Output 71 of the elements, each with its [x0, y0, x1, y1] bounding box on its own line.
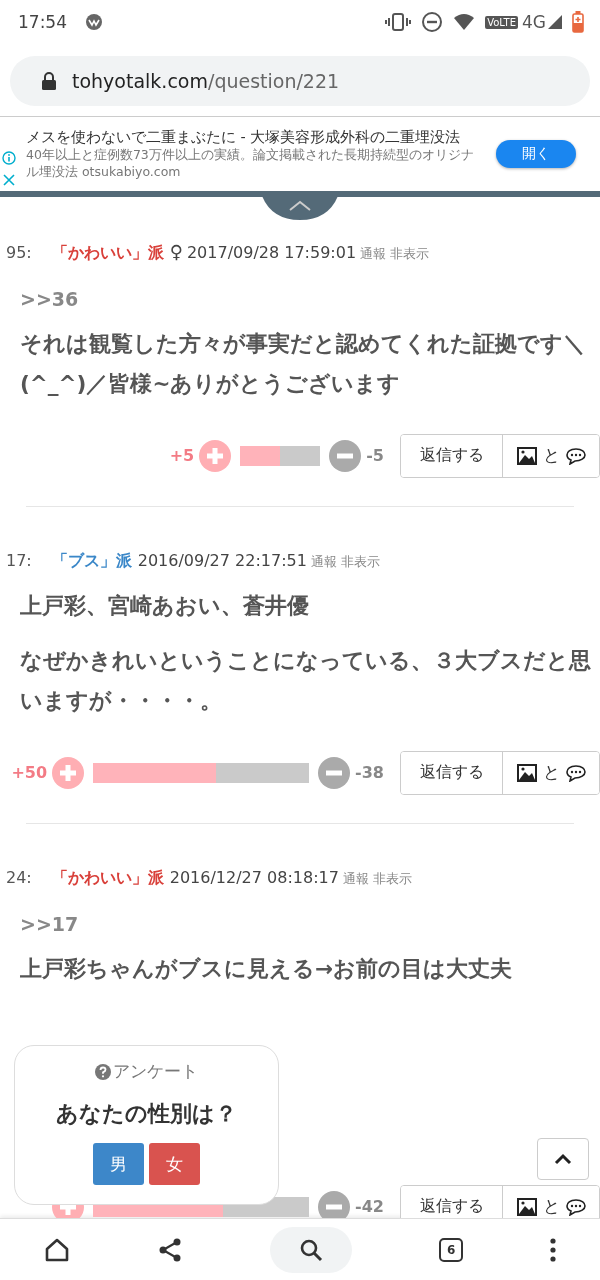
- poll-option-button[interactable]: 女: [149, 1143, 200, 1185]
- minus-vote-icon[interactable]: [317, 1189, 352, 1218]
- volte-badge: VoLTE: [485, 15, 518, 29]
- post-number: 95:: [6, 243, 32, 262]
- minus-vote-icon[interactable]: [317, 755, 352, 790]
- hide-link[interactable]: 非表示: [340, 552, 380, 571]
- search-button[interactable]: [269, 1226, 352, 1273]
- reply-anchor-link[interactable]: >>17: [6, 888, 600, 935]
- plus-vote-icon[interactable]: [198, 438, 233, 473]
- faction-label: 「かわいい」派: [51, 243, 164, 264]
- post-number: 17:: [6, 550, 32, 570]
- poll-option-button[interactable]: 男: [93, 1143, 144, 1185]
- open-button[interactable]: 開く: [496, 140, 576, 168]
- post-number: 24:: [6, 867, 32, 887]
- post-text: それは観覧した方々が事実だと認めてくれた証拠です＼(^_^)／皆様~ありがとうございます: [20, 330, 586, 398]
- image-icon: [516, 446, 537, 465]
- do-not-disturb-icon: [421, 11, 444, 33]
- post-date: 2016/09/27 22:17:51: [137, 550, 307, 570]
- wifi-icon: [453, 13, 476, 31]
- signal-icon: [548, 15, 562, 29]
- caret-up-icon: [554, 1153, 572, 1165]
- url-text: tohyotalk.com/question/221: [72, 70, 340, 92]
- reply-anchor-link[interactable]: >>36: [6, 264, 600, 310]
- vibrate-icon: [385, 12, 412, 32]
- minus-count: -5: [366, 446, 384, 466]
- address-bar[interactable]: tohyotalk.com/question/221: [10, 56, 590, 106]
- status-time: 17:54: [18, 12, 67, 32]
- tab-count-button[interactable]: 6: [439, 1237, 464, 1262]
- search-icon: [298, 1237, 323, 1262]
- poll-label: アンケート: [113, 1060, 198, 1083]
- ad-title: メスを使わないで二重まぶたに - 大塚美容形成外科の二重埋没法: [26, 128, 462, 148]
- plus-vote-icon[interactable]: [51, 755, 86, 790]
- post-text: 上戸彩ちゃんがブスに見える→お前の目は大丈夫: [20, 954, 513, 983]
- collapse-tab-icon[interactable]: [262, 196, 338, 220]
- image-icon: [516, 1197, 537, 1216]
- speech-bubble-icon: [565, 763, 586, 782]
- image-icon: [516, 763, 537, 782]
- question-icon: [95, 1063, 111, 1080]
- faction-label: 「かわいい」派: [51, 867, 164, 889]
- post-date: 2016/12/27 08:18:17: [169, 867, 339, 887]
- lock-icon: [42, 72, 56, 90]
- report-link[interactable]: 通報: [360, 245, 387, 263]
- minus-count: -38: [355, 763, 384, 783]
- reply-button[interactable]: 返信する: [401, 751, 503, 794]
- gender-symbol: ♀: [169, 241, 183, 262]
- scroll-to-top-button[interactable]: [537, 1138, 589, 1180]
- post-date: 2017/09/28 17:59:01: [186, 243, 357, 262]
- ad-description: 40年以上と症例数73万件以上の実績。論文掲載された長期持続型のオリジナル埋没法 otsukabiyo.com: [26, 147, 475, 180]
- battery-icon: [572, 11, 584, 33]
- plus-count: +50: [11, 763, 48, 783]
- faction-label: 「ブス」派: [51, 550, 132, 572]
- hide-link[interactable]: 非表示: [372, 869, 412, 888]
- minus-count: -42: [355, 1197, 384, 1217]
- more-menu-icon[interactable]: [550, 1237, 557, 1262]
- reply-button[interactable]: 返信する: [401, 1185, 503, 1218]
- post-text: 上戸彩、宮崎あおい、蒼井優: [20, 591, 310, 620]
- poll-question: あなたの性別は？: [56, 1100, 237, 1128]
- reply-button[interactable]: 返信する: [401, 434, 503, 477]
- speech-bubble-icon: [565, 1197, 586, 1216]
- home-icon[interactable]: [43, 1236, 70, 1263]
- plus-count: +5: [169, 446, 195, 466]
- minus-vote-icon[interactable]: [328, 438, 363, 473]
- report-link[interactable]: 通報: [342, 869, 369, 888]
- post-text: なぜかきれいということになっている、３大ブスだと思いますが・・・・。: [20, 647, 592, 716]
- report-link[interactable]: 通報: [310, 552, 337, 571]
- speech-bubble-icon: [565, 446, 586, 465]
- hide-link[interactable]: 非表示: [390, 245, 430, 263]
- info-icon[interactable]: [2, 150, 16, 165]
- network-type: 4G: [522, 12, 546, 32]
- app-notification-icon: [85, 13, 103, 31]
- close-icon[interactable]: [3, 173, 15, 186]
